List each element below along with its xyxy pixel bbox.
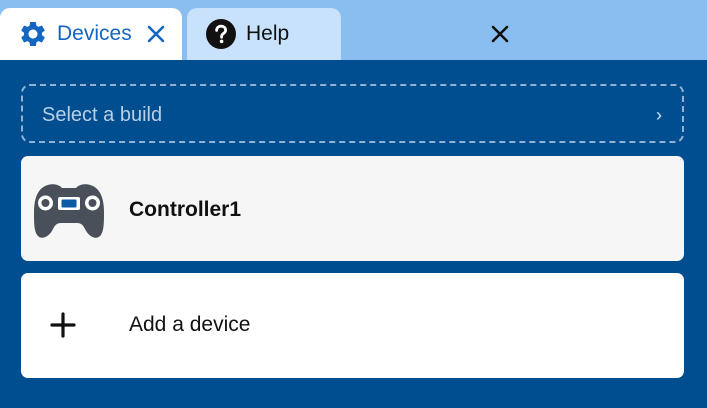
tab-bar: Devices Help bbox=[0, 0, 707, 60]
build-selector-placeholder: Select a build bbox=[42, 104, 163, 126]
add-device-button[interactable]: Add a device bbox=[21, 273, 684, 378]
plus-icon bbox=[50, 312, 76, 338]
device-card-controller1[interactable]: Controller1 bbox=[21, 156, 684, 261]
close-icon[interactable] bbox=[490, 24, 510, 44]
device-name: Controller1 bbox=[129, 198, 242, 221]
gamepad-icon bbox=[34, 184, 104, 238]
tab-help[interactable]: Help bbox=[187, 8, 509, 60]
question-circle-icon bbox=[206, 19, 236, 49]
chevron-right-icon: › bbox=[656, 105, 662, 125]
tab-devices[interactable]: Devices bbox=[0, 8, 182, 60]
tab-devices-label: Devices bbox=[57, 22, 132, 45]
add-device-label: Add a device bbox=[129, 313, 251, 336]
gear-icon bbox=[21, 21, 45, 46]
close-icon[interactable] bbox=[146, 24, 166, 44]
build-selector[interactable]: Select a build › bbox=[21, 84, 684, 143]
tab-help-label: Help bbox=[246, 22, 290, 45]
